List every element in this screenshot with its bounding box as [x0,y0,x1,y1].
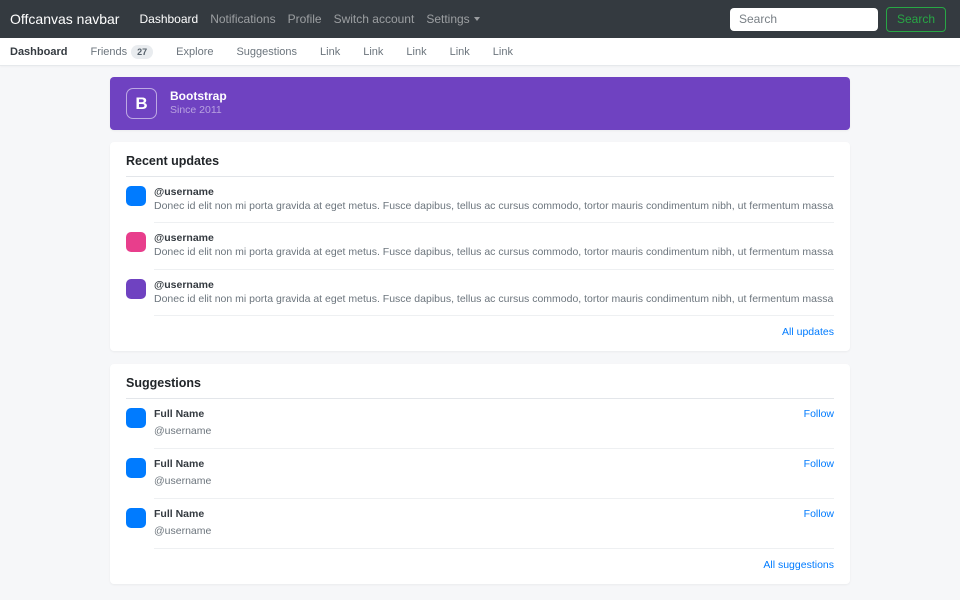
recent-updates-title: Recent updates [126,154,834,177]
banner-title: Bootstrap [170,89,227,104]
navbar-links: Dashboard Notifications Profile Switch a… [133,12,420,26]
bootstrap-logo-icon: B [126,88,157,119]
follow-link[interactable]: Follow [804,458,834,489]
nav-item-settings[interactable]: Settings [420,12,485,26]
chevron-down-icon [474,17,480,21]
nav-item-label: Dashboard [139,12,198,26]
subnav-item[interactable]: Friends 27 [90,45,153,59]
subnav-item-label: Dashboard [10,46,67,58]
navbar-brand[interactable]: Offcanvas navbar [10,11,119,27]
main-content: B Bootstrap Since 2011 Recent updates @u… [110,77,850,584]
update-row: @username Donec id elit non mi porta gra… [126,177,834,223]
nav-item-label: Profile [288,12,322,26]
nav-item[interactable]: Switch account [328,12,421,26]
update-row: @username Donec id elit non mi porta gra… [126,223,834,269]
user-avatar [126,232,146,252]
update-username: @username [154,279,834,292]
suggestion-body: Full Name @username Follow [154,408,834,449]
suggestion-row: Full Name @username Follow [126,449,834,499]
subnav-item[interactable]: Link [450,46,470,58]
user-avatar [126,186,146,206]
search-input[interactable] [730,8,878,31]
update-row: @username Donec id elit non mi porta gra… [126,270,834,316]
subnav-item-label: Link [363,46,383,58]
recent-updates-card: Recent updates @username Donec id elit n… [110,142,850,351]
suggestion-row: Full Name @username Follow [126,499,834,549]
suggestion-row: Full Name @username Follow [126,399,834,449]
subnav-item[interactable]: Link [493,46,513,58]
suggestion-username: @username [154,525,211,537]
update-text: Donec id elit non mi porta gravida at eg… [154,246,834,259]
user-avatar [126,279,146,299]
subnav-item[interactable]: Suggestions [236,46,297,58]
top-navbar: Offcanvas navbar Dashboard Notifications… [0,0,960,38]
subnav-item-label: Friends [90,46,127,58]
suggestion-full-name: Full Name [154,458,804,471]
secondary-navbar: Dashboard Friends 27 Explore Suggestions… [0,38,960,66]
updates-list: @username Donec id elit non mi porta gra… [126,177,834,316]
all-updates-link[interactable]: All updates [126,316,834,338]
suggestion-full-name: Full Name [154,408,804,421]
suggestion-username: @username [154,475,211,487]
nav-item[interactable]: Dashboard [133,12,204,26]
user-avatar [126,508,146,528]
follow-link[interactable]: Follow [804,508,834,539]
settings-label: Settings [426,12,469,26]
user-avatar [126,408,146,428]
brand-banner: B Bootstrap Since 2011 [110,77,850,130]
suggestion-username: @username [154,425,211,437]
search-button[interactable]: Search [886,7,946,32]
suggestion-names: Full Name @username [154,458,804,489]
user-avatar [126,458,146,478]
suggestions-card: Suggestions Full Name @username Follow F… [110,364,850,584]
count-badge: 27 [131,45,153,59]
subnav-item[interactable]: Link [363,46,383,58]
subnav-item-label: Link [406,46,426,58]
subnav-item-label: Link [320,46,340,58]
subnav-item[interactable]: Dashboard [10,46,67,58]
subnav-item[interactable]: Explore [176,46,213,58]
nav-item[interactable]: Notifications [204,12,281,26]
subnav-item-label: Link [493,46,513,58]
subnav-item-label: Suggestions [236,46,297,58]
subnav-item-label: Explore [176,46,213,58]
nav-item[interactable]: Profile [282,12,328,26]
nav-item-label: Notifications [210,12,275,26]
all-suggestions-link[interactable]: All suggestions [126,549,834,571]
update-text: Donec id elit non mi porta gravida at eg… [154,293,834,306]
suggestion-body: Full Name @username Follow [154,458,834,499]
update-username: @username [154,186,834,199]
suggestion-names: Full Name @username [154,408,804,439]
update-body: @username Donec id elit non mi porta gra… [154,186,834,223]
nav-item-label: Switch account [334,12,415,26]
banner-subtitle: Since 2011 [170,104,227,117]
subnav-item[interactable]: Link [406,46,426,58]
update-username: @username [154,232,834,245]
subnav-item-label: Link [450,46,470,58]
update-text: Donec id elit non mi porta gravida at eg… [154,200,834,213]
banner-text: Bootstrap Since 2011 [170,89,227,117]
suggestion-names: Full Name @username [154,508,804,539]
subnav-item[interactable]: Link [320,46,340,58]
suggestion-full-name: Full Name [154,508,804,521]
suggestions-list: Full Name @username Follow Full Name @us… [126,399,834,549]
suggestion-body: Full Name @username Follow [154,508,834,549]
update-body: @username Donec id elit non mi porta gra… [154,279,834,316]
follow-link[interactable]: Follow [804,408,834,439]
update-body: @username Donec id elit non mi porta gra… [154,232,834,269]
suggestions-title: Suggestions [126,376,834,399]
